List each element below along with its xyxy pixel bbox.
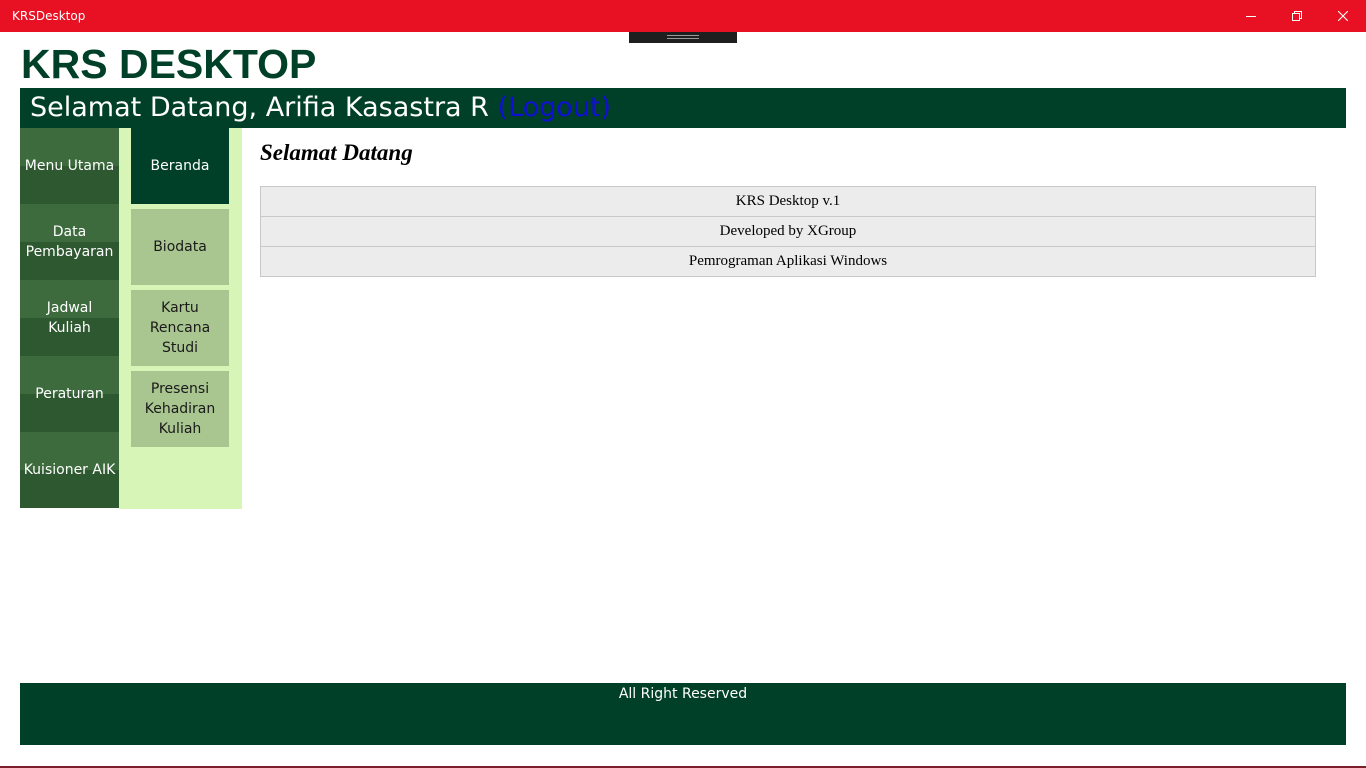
sub-item-presensi-kehadiran-kuliah[interactable]: Presensi Kehadiran Kuliah — [131, 371, 229, 447]
sub-item-biodata[interactable]: Biodata — [131, 209, 229, 285]
table-cell: KRS Desktop v.1 — [260, 186, 1316, 217]
welcome-text: Selamat Datang, Arifia Kasastra R — [30, 92, 489, 123]
footer-text: All Right Reserved — [618, 686, 748, 702]
sub-item-label: Beranda — [150, 158, 210, 174]
menu-item-jadwal-kuliah[interactable]: Jadwal Kuliah — [20, 280, 119, 356]
window-title: KRSDesktop — [12, 9, 86, 23]
menu-item-menu-utama[interactable]: Menu Utama — [20, 128, 119, 204]
sub-item-kartu-rencana-studi[interactable]: Kartu Rencana Studi — [131, 290, 229, 366]
minimize-button[interactable] — [1228, 0, 1274, 32]
menu-item-label: Menu Utama — [24, 158, 115, 174]
table-cell: Pemrograman Aplikasi Windows — [260, 246, 1316, 277]
table-row: Pemrograman Aplikasi Windows — [260, 246, 1316, 277]
menu-item-kuisioner-aik[interactable]: Kuisioner AIK — [20, 432, 119, 508]
menu-item-label: Data Pembayaran — [25, 224, 114, 260]
menu-item-label: Peraturan — [35, 386, 104, 402]
menu-item-data-pembayaran[interactable]: Data Pembayaran — [20, 204, 119, 280]
table-row: Developed by XGroup — [260, 216, 1316, 247]
logout-link[interactable]: (Logout) — [498, 92, 612, 123]
info-table: KRS Desktop v.1 Developed by XGroup Pemr… — [260, 186, 1316, 277]
table-row: KRS Desktop v.1 — [260, 186, 1316, 217]
close-icon — [1338, 11, 1348, 21]
menu-item-label: Jadwal Kuliah — [46, 300, 93, 336]
footer: All Right Reserved — [20, 683, 1346, 745]
sub-item-beranda[interactable]: Beranda — [131, 128, 229, 204]
welcome-bar: Selamat Datang, Arifia Kasastra R (Logou… — [20, 88, 1346, 128]
welcome-message: Selamat Datang, Arifia Kasastra R (Logou… — [30, 90, 611, 126]
grip-line-icon — [667, 38, 699, 39]
sub-item-label: Presensi Kehadiran Kuliah — [144, 381, 216, 437]
drag-handle[interactable] — [629, 32, 737, 43]
table-cell: Developed by XGroup — [260, 216, 1316, 247]
sub-item-label: Kartu Rencana Studi — [149, 300, 211, 356]
grip-line-icon — [667, 35, 699, 36]
sub-menu: Beranda Biodata Kartu Rencana Studi Pres… — [119, 128, 242, 509]
page-title: Selamat Datang — [260, 140, 413, 165]
close-button[interactable] — [1320, 0, 1366, 32]
menu-item-label: Kuisioner AIK — [23, 462, 116, 478]
restore-button[interactable] — [1274, 0, 1320, 32]
app-title: KRS DESKTOP — [21, 41, 317, 87]
title-bar: KRSDesktop — [0, 0, 1366, 32]
restore-icon — [1292, 11, 1302, 21]
sub-item-label: Biodata — [153, 239, 207, 255]
minimize-icon — [1246, 16, 1256, 17]
menu-item-peraturan[interactable]: Peraturan — [20, 356, 119, 432]
main-menu: Menu Utama Data Pembayaran Jadwal Kuliah… — [20, 128, 119, 508]
